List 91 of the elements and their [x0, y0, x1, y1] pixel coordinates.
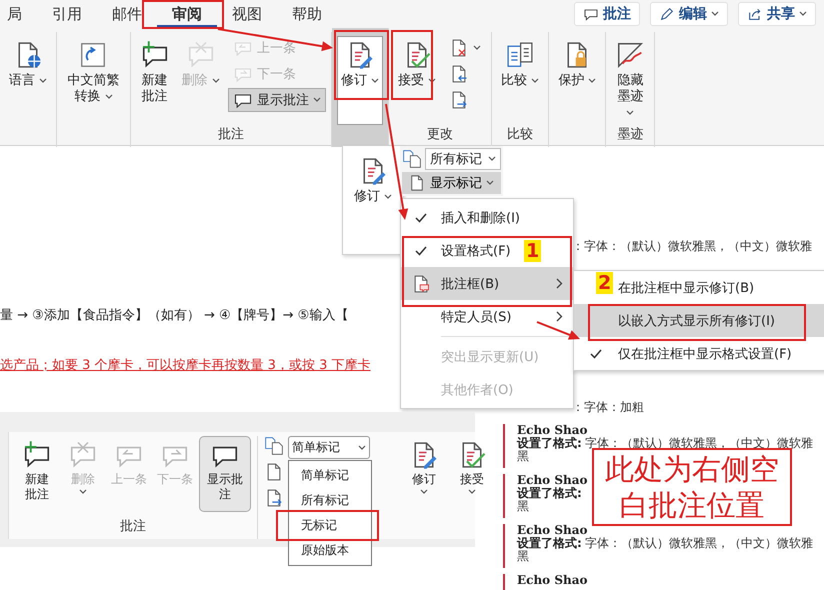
ribbon-tab[interactable]: 引用: [37, 0, 97, 28]
caret-icon: [420, 489, 428, 495]
group-label: 批注: [216, 126, 245, 144]
comment-action: 设置了格式:: [517, 487, 582, 500]
check-icon: [590, 348, 602, 358]
revised-text: 选产品；如要 3 个摩卡，可以按摩卡再按数量 3，或按 3 下摩卡: [0, 357, 370, 374]
caret-icon: [588, 78, 596, 84]
menu-item[interactable]: 仅在批注框中显示格式设置(F): [574, 337, 824, 370]
ribbon-button[interactable]: 显示批注: [228, 88, 326, 112]
ribbon-tab[interactable]: 局: [0, 0, 37, 28]
body-text: 量 → ③添加【食品指令】（如有） → ④【牌号】→ ⑤输入【: [0, 307, 350, 324]
comment-text: ：字体：（默认）微软雅黑，（中文）微软雅: [572, 238, 812, 255]
ribbon-button[interactable]: 新建批注: [136, 36, 174, 125]
caret-icon: [711, 11, 719, 17]
caret-icon: [626, 110, 634, 116]
ribbon-button[interactable]: 接受: [450, 436, 494, 499]
markup-dropdown[interactable]: 简单标记: [288, 436, 370, 459]
check-icon: [415, 246, 427, 256]
dropdown-option[interactable]: 无标记: [289, 513, 371, 538]
show-markup-button[interactable]: 显示标记: [402, 172, 501, 194]
highlight-frame: [334, 30, 389, 100]
chevron-right-icon: [556, 311, 563, 322]
group-label: 墨迹: [616, 126, 644, 144]
ribbon-tab[interactable]: 视图: [217, 0, 277, 28]
group-label: 批注: [119, 518, 147, 536]
comment-button[interactable]: 批注: [574, 2, 640, 26]
comment-action: 设置了格式:: [517, 437, 582, 450]
ribbon-button[interactable]: 修订: [336, 36, 384, 125]
check-icon: [415, 212, 427, 222]
comment-author: Echo Shao: [517, 574, 589, 587]
menu-item[interactable]: 以嵌入方式显示所有修订(I): [574, 304, 824, 337]
markup-dropdown[interactable]: 所有标记: [425, 148, 501, 170]
chevron-right-icon: [556, 278, 563, 289]
caret-icon: [531, 78, 540, 84]
menu-item[interactable]: 批注框(B): [401, 267, 573, 300]
caret-icon: [486, 180, 494, 186]
ribbon-button[interactable]: 修订: [402, 436, 446, 499]
pointer-arrow: [536, 321, 580, 340]
menu-item[interactable]: 插入和删除(I): [401, 201, 573, 234]
ribbon-button[interactable]: 显示批注: [199, 436, 251, 512]
comment-action: 设置了格式:: [517, 537, 582, 550]
share-icon: [747, 6, 763, 22]
step-number: 1: [524, 240, 542, 262]
comment-text: 黑: [517, 550, 530, 563]
two-documents-icon: [505, 40, 536, 70]
edit-button[interactable]: 编辑: [650, 2, 728, 26]
ribbon-button[interactable]: 中文简繁转换: [62, 36, 125, 125]
ribbon-button[interactable]: 语言: [5, 36, 52, 125]
step-number: 2: [596, 272, 614, 294]
comment-text: 黑: [517, 450, 530, 463]
dropdown-option[interactable]: 所有标记: [289, 488, 371, 513]
ribbon-button[interactable]: 新建批注: [15, 436, 59, 506]
caret-icon: [39, 78, 48, 84]
comment-author: Echo Shao: [517, 524, 588, 537]
caret-icon: [468, 489, 476, 495]
dropdown-option[interactable]: 原始版本: [289, 538, 371, 563]
ribbon-tab[interactable]: 帮助: [277, 0, 337, 28]
caret-icon: [428, 78, 436, 84]
caret-icon: [79, 489, 87, 495]
ribbon-button[interactable]: 比较: [497, 36, 544, 125]
ribbon-button[interactable]: 接受: [394, 36, 440, 125]
comment-text: 字体：（默认）微软雅黑，（中文）微软雅: [584, 537, 813, 550]
caret-icon: [799, 11, 807, 17]
group-label: 比较: [506, 126, 534, 144]
pencil-icon: [659, 6, 675, 22]
ink-stroke-icon: [615, 40, 646, 70]
ribbon-tab[interactable]: 审阅: [157, 0, 217, 28]
caret-icon: [358, 444, 366, 450]
annotation-note: 此处为右侧空白批注位置: [592, 448, 792, 526]
share-button[interactable]: 共享: [738, 2, 816, 26]
comment-author: Echo Shao: [517, 424, 588, 437]
ribbon-button[interactable]: 隐藏墨迹: [611, 36, 650, 125]
caret-icon: [473, 45, 482, 51]
caret-icon: [104, 94, 112, 100]
ribbon-tab[interactable]: 邮件: [97, 0, 157, 28]
caret-icon: [488, 156, 496, 162]
dropdown-option[interactable]: 简单标记: [289, 463, 371, 488]
ribbon-button[interactable]: 保护: [554, 36, 600, 125]
caret-icon: [312, 97, 321, 103]
caret-icon: [371, 78, 380, 84]
group-label: 更改: [426, 126, 454, 144]
comment-text: ：字体：加粗: [572, 399, 644, 416]
speech-bubble-plus-icon: [22, 440, 52, 470]
caret-icon: [384, 194, 392, 200]
speech-bubble-x-icon: [68, 440, 98, 470]
documents-icon: [264, 436, 284, 456]
highlight-frame: [391, 30, 433, 100]
menu-item[interactable]: 特定人员(S): [401, 300, 573, 333]
caret-icon: [212, 78, 220, 84]
comment-author: Echo Shao: [517, 474, 589, 487]
track-changes-button[interactable]: 修订: [350, 152, 396, 254]
